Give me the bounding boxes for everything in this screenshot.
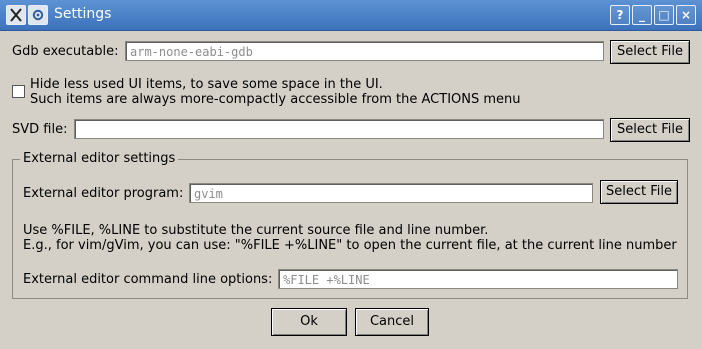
external-editor-select-file-button[interactable]: Select File [600, 180, 678, 204]
title-bar: Settings ? _ □ × [0, 0, 702, 31]
gdb-select-file-button[interactable]: Select File [610, 40, 690, 64]
external-editor-help-line2: E.g., for vim/gVim, you can use: "%FILE … [23, 238, 677, 253]
gdb-executable-label: Gdb executable: [12, 44, 119, 59]
svd-file-input[interactable] [74, 119, 604, 139]
hide-ui-label-line2: Such items are always more-compactly acc… [30, 92, 521, 107]
external-editor-group-title: External editor settings [20, 151, 179, 166]
external-editor-program-label: External editor program: [23, 186, 184, 201]
ok-button[interactable]: Ok [271, 308, 347, 336]
minimize-button[interactable]: _ [632, 5, 652, 25]
maximize-button[interactable]: □ [654, 5, 674, 25]
help-button[interactable]: ? [610, 5, 630, 25]
external-editor-cmd-input[interactable]: %FILE +%LINE [278, 269, 678, 289]
external-editor-cmd-label: External editor command line options: [23, 272, 273, 287]
gear-icon[interactable] [28, 5, 48, 25]
hide-ui-checkbox[interactable] [12, 85, 25, 98]
svd-file-label: SVD file: [12, 122, 68, 137]
window-title: Settings [54, 6, 112, 22]
svd-select-file-button[interactable]: Select File [610, 118, 690, 142]
x-logo-icon[interactable] [6, 5, 26, 25]
external-editor-program-input[interactable]: gvim [189, 183, 593, 203]
gdb-executable-input[interactable]: arm-none-eabi-gdb [125, 41, 604, 61]
cancel-button[interactable]: Cancel [355, 308, 429, 336]
hide-ui-label-line1: Hide less used UI items, to save some sp… [30, 77, 383, 92]
close-button[interactable]: × [676, 5, 696, 25]
external-editor-help-line1: Use %FILE, %LINE to substitute the curre… [23, 223, 489, 238]
